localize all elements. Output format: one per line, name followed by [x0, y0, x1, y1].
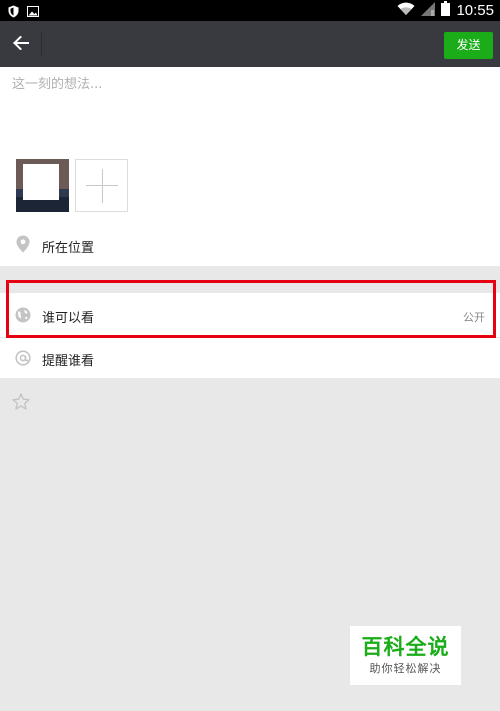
star-icon — [12, 393, 30, 414]
moment-text-input[interactable] — [12, 73, 482, 143]
visibility-value: 公开 — [463, 311, 485, 324]
toolbar-divider — [41, 31, 42, 57]
mention-label: 提醒谁看 — [42, 354, 95, 369]
image-icon — [27, 3, 39, 17]
at-icon — [14, 349, 32, 367]
favorite-button[interactable] — [12, 393, 34, 413]
wifi-icon — [397, 1, 415, 20]
visibility-row[interactable]: 谁可以看 公开 — [0, 293, 500, 337]
send-button[interactable]: 发送 — [444, 32, 493, 59]
shield-icon — [8, 3, 19, 18]
back-button[interactable] — [6, 29, 36, 59]
battery-icon — [441, 1, 451, 20]
status-bar: 10:55 — [0, 0, 500, 21]
add-photo-button[interactable] — [75, 159, 128, 212]
location-row[interactable]: 所在位置 — [0, 225, 500, 265]
location-pin-icon — [14, 235, 32, 253]
signal-icon — [421, 1, 436, 20]
watermark-subtitle: 助你轻松解决 — [369, 662, 442, 675]
watermark-logo: 百科全说 助你轻松解决 — [350, 626, 461, 685]
mention-row[interactable]: 提醒谁看 — [0, 338, 500, 378]
photo-thumbnail[interactable] — [16, 159, 69, 212]
clock: 10:55 — [456, 2, 494, 19]
toolbar: 发送 — [0, 21, 500, 67]
visibility-label: 谁可以看 — [42, 311, 95, 326]
location-label: 所在位置 — [42, 241, 95, 256]
arrow-left-icon — [13, 35, 29, 54]
globe-icon — [14, 306, 32, 324]
watermark-title: 百科全说 — [361, 635, 450, 659]
